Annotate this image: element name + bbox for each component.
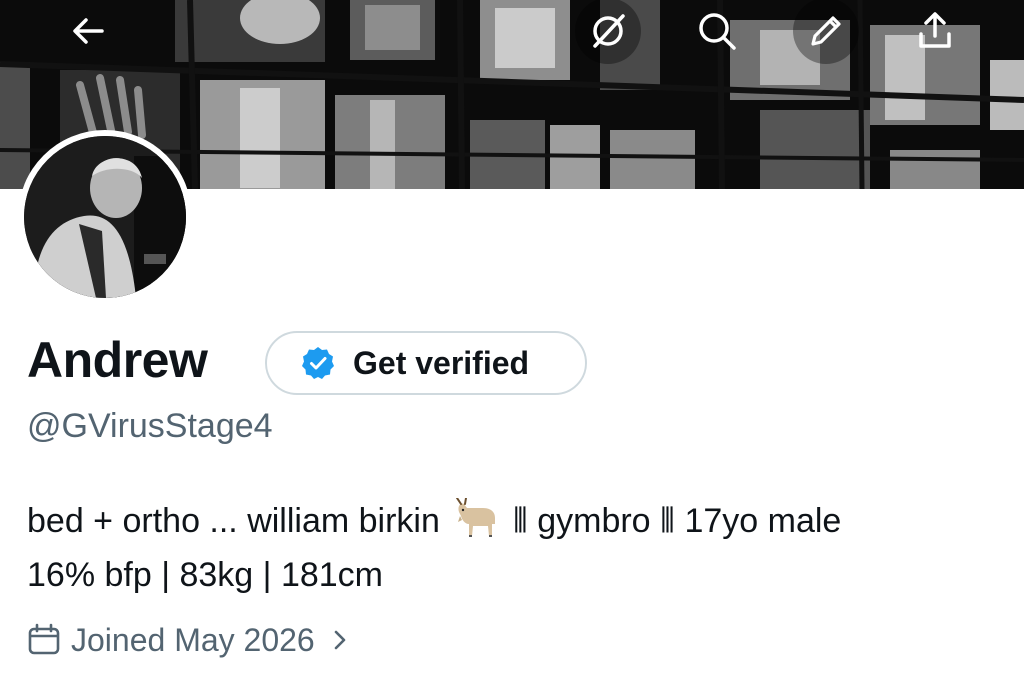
display-name: Andrew xyxy=(27,332,208,388)
joined-date: Joined May 2026 xyxy=(71,621,315,658)
back-arrow-icon xyxy=(73,18,104,44)
goat-emoji-icon xyxy=(456,498,496,537)
grok-icon xyxy=(593,14,625,48)
avatar[interactable] xyxy=(18,130,192,304)
back-button[interactable] xyxy=(55,0,121,64)
search-icon xyxy=(699,13,736,50)
calendar-icon xyxy=(28,623,60,655)
bio-line-1: bed + ortho ... william birkin ⦀ gymbro … xyxy=(27,494,1017,548)
bio-line-1-part-b: ⦀ gymbro ⦀ 17yo male xyxy=(512,502,842,540)
user-handle: @GVirusStage4 xyxy=(27,407,273,445)
bio-line-1-part-a: bed + ortho ... william birkin xyxy=(27,502,440,540)
bio-line-2: 16% bfp | 83kg | 181cm xyxy=(27,556,383,594)
bio: bed + ortho ... william birkin ⦀ gymbro … xyxy=(27,494,1017,602)
share-icon xyxy=(919,12,951,48)
edit-button[interactable] xyxy=(793,0,859,64)
chevron-right-icon xyxy=(334,630,346,650)
search-button[interactable] xyxy=(684,0,750,64)
edit-pencil-icon xyxy=(811,16,841,46)
verified-badge-icon xyxy=(302,347,334,379)
get-verified-label: Get verified xyxy=(353,344,530,381)
get-verified-button[interactable]: Get verified xyxy=(265,331,587,395)
avatar-image xyxy=(24,136,186,298)
share-button[interactable] xyxy=(902,0,968,64)
grok-button[interactable] xyxy=(575,0,641,64)
joined-row[interactable]: Joined May 2026 xyxy=(27,618,351,662)
